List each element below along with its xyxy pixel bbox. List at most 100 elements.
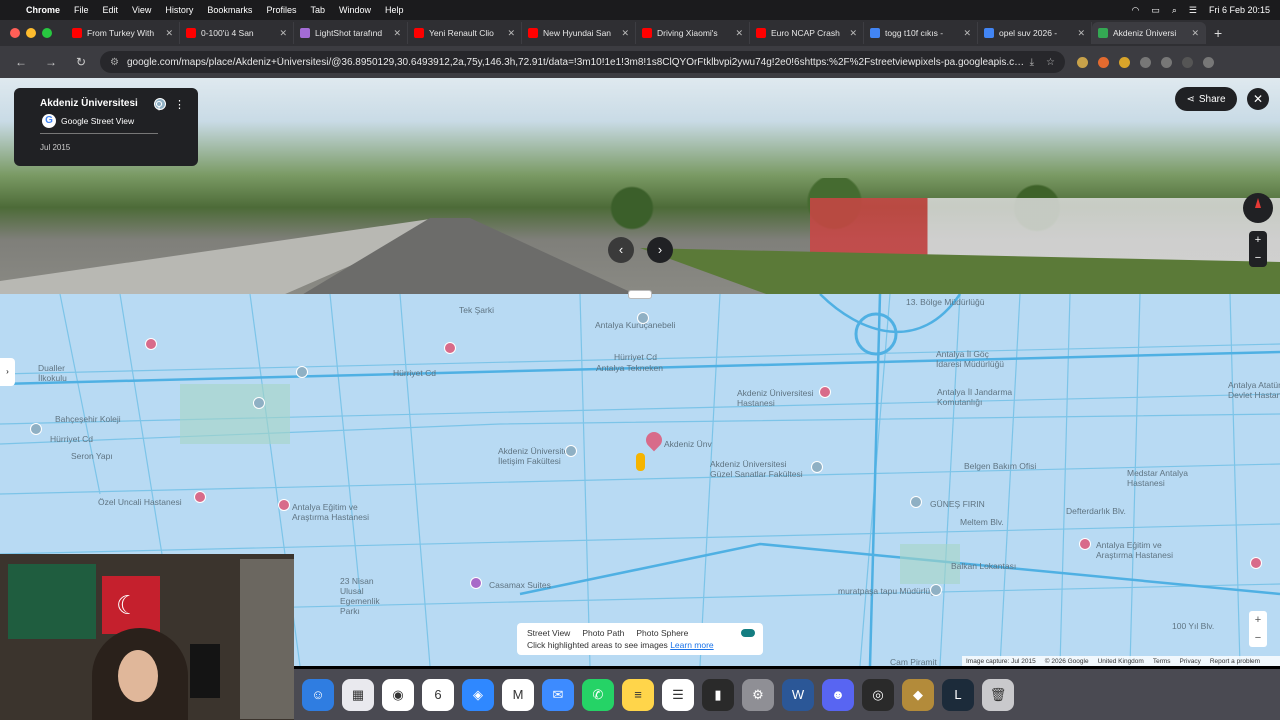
puzzle-icon[interactable] (1140, 56, 1151, 68)
close-tab-icon[interactable]: ✕ (621, 28, 629, 39)
browser-tab[interactable]: Akdeniz Üniversi ✕ (1092, 22, 1206, 44)
map-label[interactable]: Akdeniz Üniversitesi İletişim Fakültesi (498, 446, 575, 466)
minimize-window-icon[interactable] (26, 28, 36, 38)
poi-marker[interactable] (1250, 557, 1262, 569)
control-center-icon[interactable]: ☰ (1189, 5, 1197, 16)
map-label[interactable]: Antalya Eğitim ve Araştırma Hastanesi (1096, 540, 1173, 560)
calendar-icon[interactable]: 6 (422, 678, 454, 711)
map-label[interactable]: 23 Nisan Ulusal Egemenlik Parkı (340, 576, 380, 616)
gmail-icon[interactable]: M (502, 678, 534, 711)
next-arrow-icon[interactable]: › (647, 237, 673, 263)
menu-tab[interactable]: Tab (310, 5, 325, 15)
reminders-icon[interactable]: ☰ (662, 678, 694, 711)
map-label[interactable]: Balkan Lokantası (951, 561, 1016, 571)
forward-icon[interactable]: → (42, 55, 60, 69)
browser-tab[interactable]: togg t10f cıkıs - ✕ (864, 22, 978, 44)
poi-marker[interactable] (296, 366, 308, 378)
discord-icon[interactable]: ☻ (822, 678, 854, 711)
compass-icon[interactable] (1243, 193, 1273, 223)
poi-marker[interactable] (819, 386, 831, 398)
menu-file[interactable]: File (74, 5, 89, 15)
pegman-icon[interactable] (636, 453, 645, 471)
map-label[interactable]: Medstar Antalya Hastanesi (1127, 468, 1188, 488)
map-label[interactable]: Defterdarlık Blv. (1066, 506, 1126, 516)
map-label[interactable]: GÜNEŞ FIRIN (930, 499, 985, 509)
close-tab-icon[interactable]: ✕ (165, 28, 173, 39)
mail-icon[interactable]: ✉ (542, 678, 574, 711)
map-label[interactable]: Belgen Bakım Ofisi (964, 461, 1036, 471)
poi-marker[interactable] (1079, 538, 1091, 550)
poi-marker[interactable] (811, 461, 823, 473)
league-client-icon[interactable]: L (942, 678, 974, 711)
map-label[interactable]: Antalya Atatürk Devlet Hastanesi (1228, 380, 1280, 400)
poi-marker[interactable] (444, 342, 456, 354)
settings-icon[interactable]: ⚙ (742, 678, 774, 711)
menu-view[interactable]: View (132, 5, 151, 15)
browser-tab[interactable]: Driving Xiaomi's ✕ (636, 22, 750, 44)
place-name[interactable]: Akdeniz Üniversitesi (40, 98, 138, 109)
menubar-clock[interactable]: Fri 6 Feb 20:15 (1209, 5, 1270, 15)
trash-icon[interactable]: 🗑 (982, 678, 1014, 711)
chrome-icon[interactable]: ◉ (382, 678, 414, 711)
search-icon[interactable]: ⌕ (1172, 5, 1177, 16)
close-tab-icon[interactable]: ✕ (507, 28, 515, 39)
map-label[interactable]: Akdeniz Üniversitesi Güzel Sanatlar Fakü… (710, 459, 803, 479)
more-options-icon[interactable]: ⋮ (174, 98, 185, 111)
close-tab-icon[interactable]: ✕ (849, 28, 857, 39)
map-label[interactable]: Antalya Kuruçanebeli (595, 320, 675, 330)
map-label[interactable]: Özel Uncali Hastanesi (98, 497, 182, 507)
map-label[interactable]: Seron Yapı (71, 451, 113, 461)
expand-side-panel-icon[interactable]: › (0, 358, 15, 386)
close-window-icon[interactable] (10, 28, 20, 38)
site-info-icon[interactable]: ⚙ (110, 57, 119, 68)
map-label[interactable]: Hürriyet Cd (614, 352, 657, 362)
report-problem-link[interactable]: Report a problem (1210, 658, 1260, 665)
back-icon[interactable]: ← (12, 55, 30, 69)
new-tab-icon[interactable]: + (1214, 25, 1222, 41)
poi-marker[interactable] (278, 499, 290, 511)
profile-avatar[interactable] (1182, 56, 1193, 68)
install-icon[interactable]: ⤓ (1030, 57, 1034, 68)
battery-icon[interactable]: ▭ (1151, 5, 1160, 16)
menu-app-name[interactable]: Chrome (26, 5, 60, 15)
poi-marker[interactable] (930, 584, 942, 596)
map-label[interactable]: Akdeniz Ünv (664, 439, 712, 449)
hotel-marker[interactable] (470, 577, 482, 589)
region-link[interactable]: United Kingdom (1098, 658, 1144, 665)
poi-marker[interactable] (637, 312, 649, 324)
close-tab-icon[interactable]: ✕ (393, 28, 401, 39)
poi-marker[interactable] (910, 496, 922, 508)
menu-bookmarks[interactable]: Bookmarks (207, 5, 252, 15)
poi-marker[interactable] (30, 423, 42, 435)
map-label[interactable]: Hürriyet Cd (393, 368, 436, 378)
bookmark-star-icon[interactable]: ☆ (1046, 57, 1055, 68)
browser-tab[interactable]: From Turkey With ✕ (66, 22, 180, 44)
reload-icon[interactable]: ↻ (72, 55, 90, 69)
split-resize-handle[interactable] (628, 290, 652, 299)
learn-more-link[interactable]: Learn more (670, 640, 713, 650)
map-label[interactable]: Cam Piramit (890, 657, 937, 666)
address-bar[interactable]: ⚙ google.com/maps/place/Akdeniz+Üniversi… (100, 51, 1065, 73)
location-pin-icon[interactable]: ⚲ (154, 98, 166, 112)
launchpad-icon[interactable]: ▦ (342, 678, 374, 711)
browser-tab[interactable]: Euro NCAP Crash ✕ (750, 22, 864, 44)
map-label[interactable]: Meltem Blv. (960, 517, 1004, 527)
browser-tab[interactable]: New Hyundai San ✕ (522, 22, 636, 44)
zoom-out-icon[interactable]: − (1249, 249, 1267, 267)
previous-arrow-icon[interactable]: ‹ (608, 237, 634, 263)
close-tab-icon[interactable]: ✕ (1191, 28, 1199, 39)
word-icon[interactable]: W (782, 678, 814, 711)
privacy-link[interactable]: Privacy (1180, 658, 1201, 665)
maximize-window-icon[interactable] (42, 28, 52, 38)
menu-window[interactable]: Window (339, 5, 371, 15)
map-label[interactable]: muratpaşa tapu Müdürlüğü (838, 586, 940, 596)
menu-profiles[interactable]: Profiles (266, 5, 296, 15)
map-label[interactable]: Akdeniz Üniversitesi Hastanesi (737, 388, 814, 408)
poi-marker[interactable] (145, 338, 157, 350)
extension-icon[interactable] (1119, 56, 1130, 68)
menu-history[interactable]: History (165, 5, 193, 15)
map-label[interactable]: Dualler İlkokulu (38, 363, 67, 383)
legend-toggle[interactable] (741, 629, 755, 637)
poi-marker[interactable] (253, 397, 265, 409)
zoom-in-icon[interactable]: + (1249, 231, 1267, 249)
